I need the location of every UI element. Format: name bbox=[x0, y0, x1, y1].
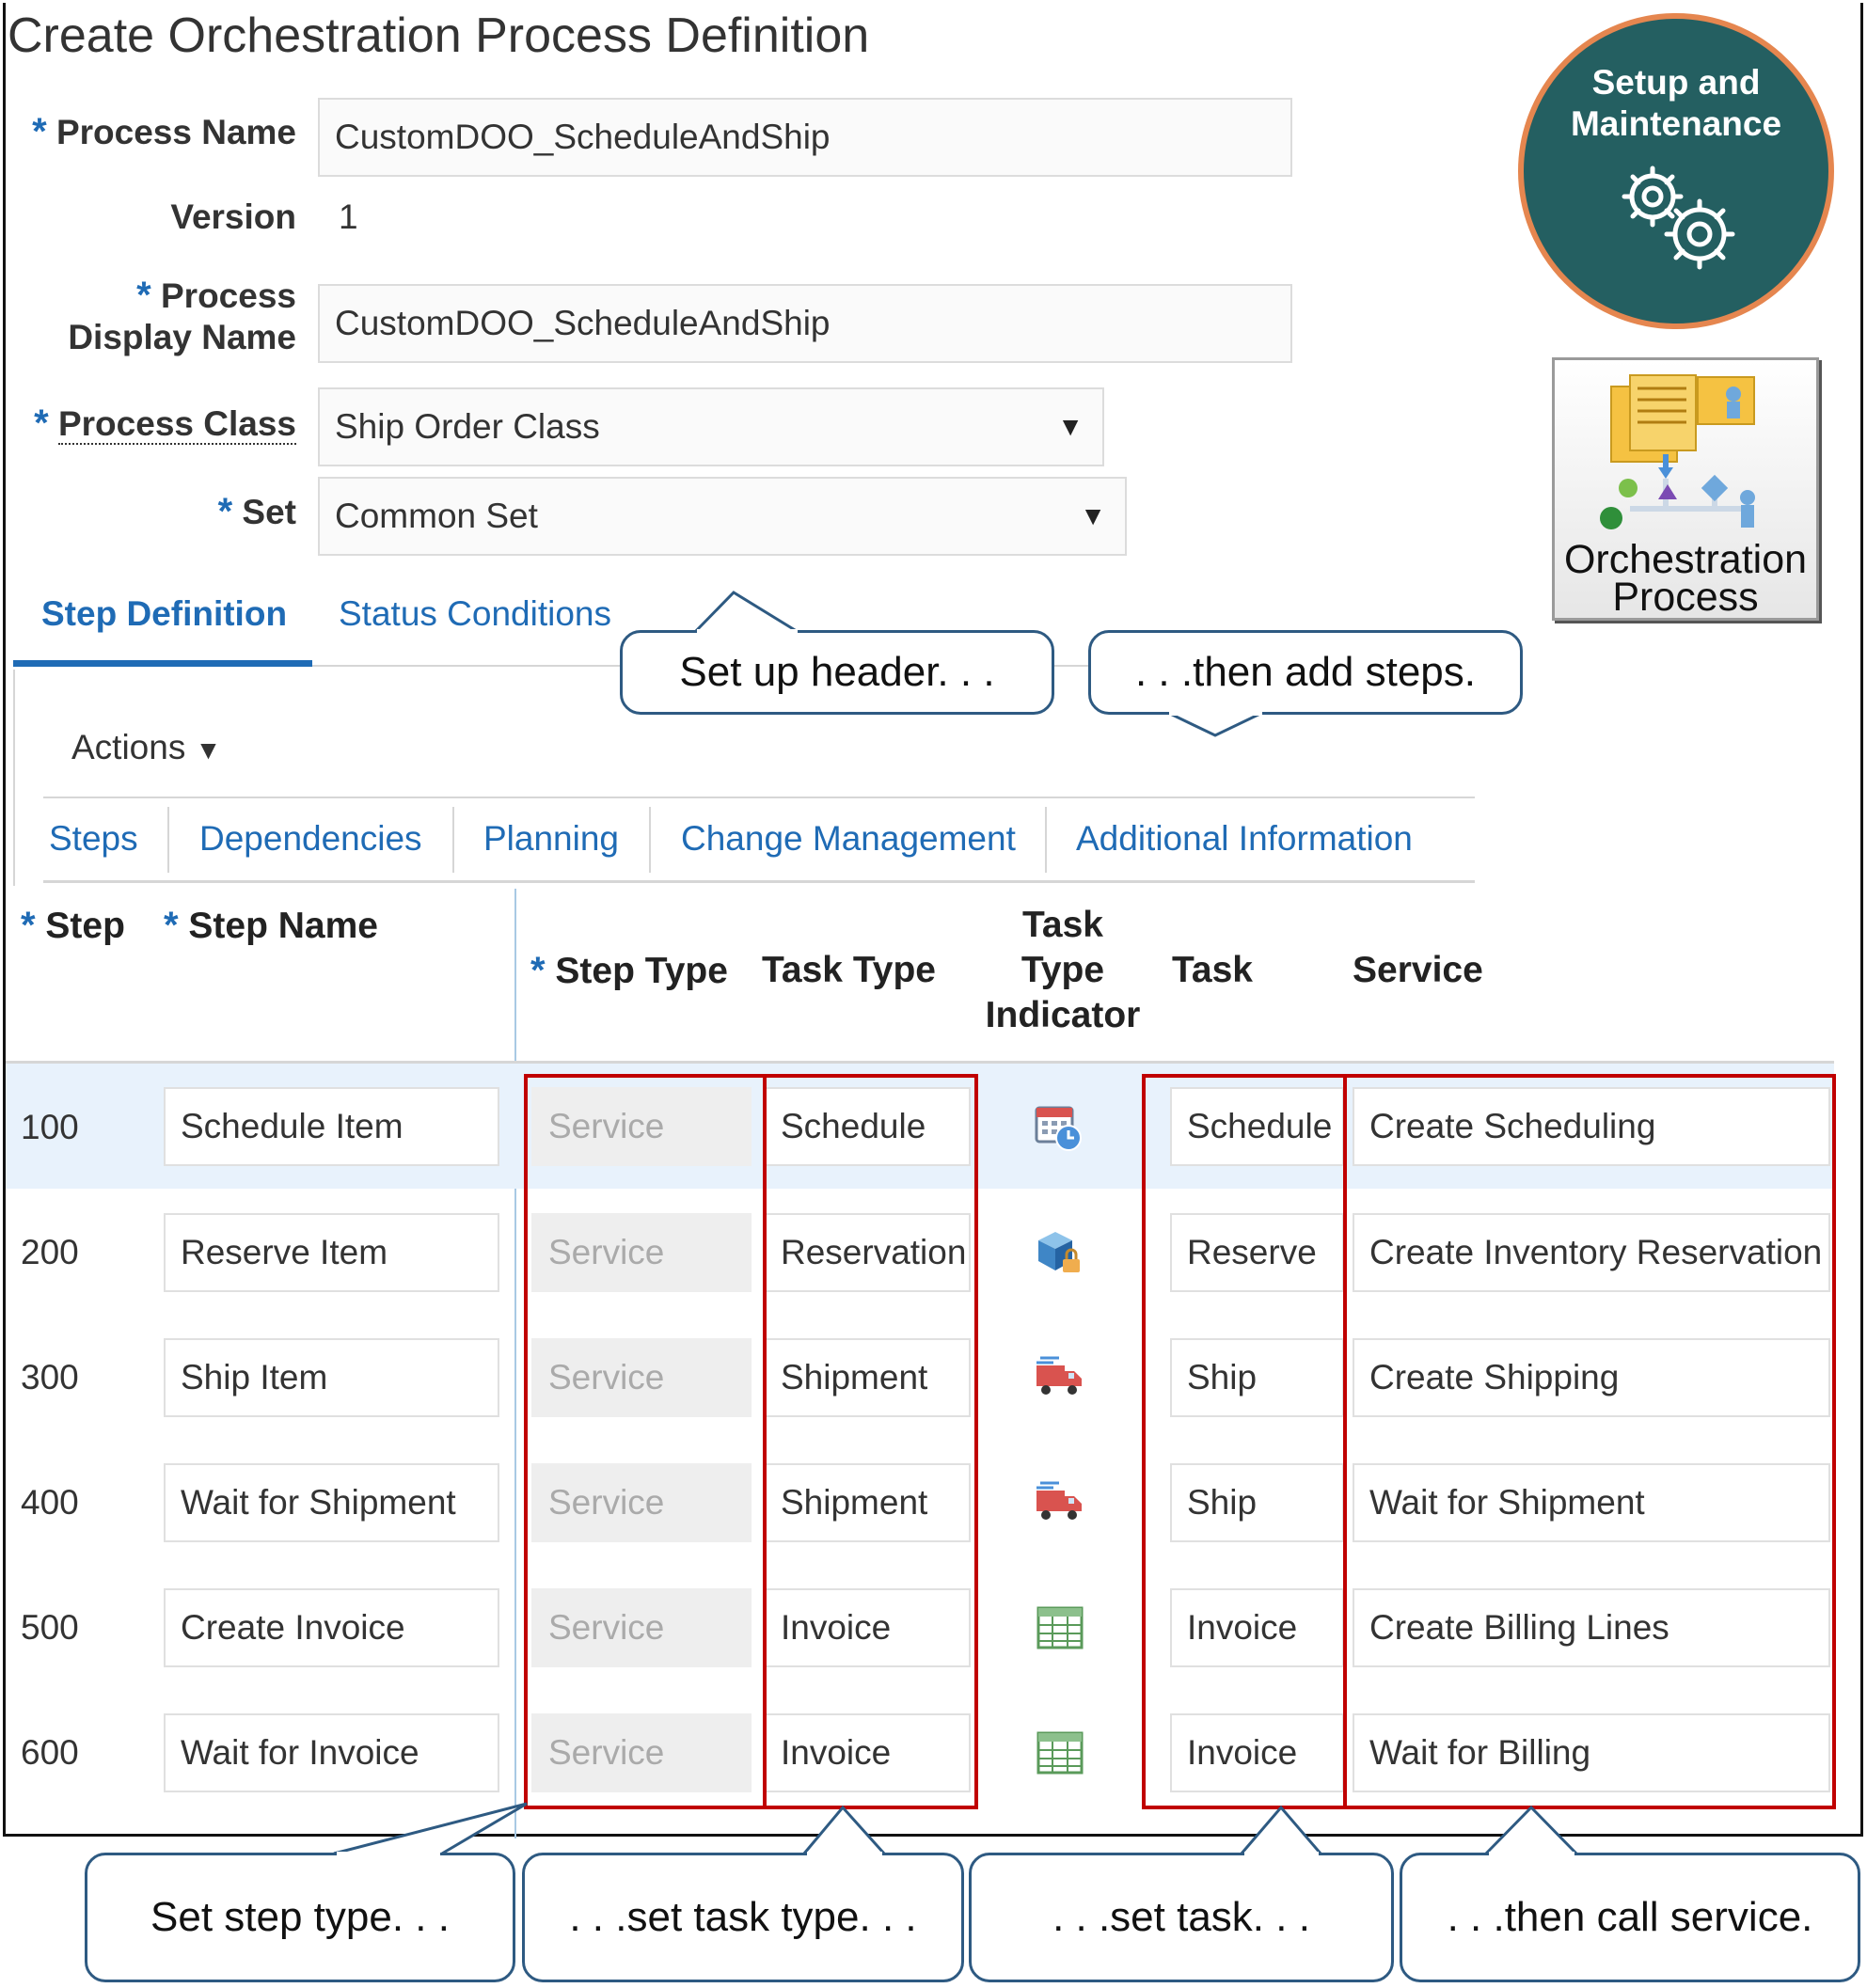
callout-set-step-type: Set step type. . . bbox=[85, 1853, 515, 1982]
callout-call-service: . . .then call service. bbox=[1400, 1853, 1860, 1982]
setup-and-maintenance-badge[interactable]: Setup and Maintenance bbox=[1518, 13, 1834, 329]
callout-add-steps: . . .then add steps. bbox=[1088, 630, 1523, 715]
callout-seam bbox=[1489, 1852, 1574, 1857]
callout-set-task-type: . . .set task type. . . bbox=[522, 1853, 964, 1982]
callout-seam bbox=[337, 1852, 440, 1857]
callout-set-task: . . .set task. . . bbox=[969, 1853, 1394, 1982]
callout-seam bbox=[697, 629, 798, 635]
callout-seam bbox=[807, 1852, 882, 1857]
orchestration-process-tile[interactable]: Orchestration Process bbox=[1552, 357, 1819, 621]
badge-title-line2: Maintenance bbox=[1570, 104, 1782, 143]
callout-seam bbox=[1169, 710, 1262, 716]
gears-icon bbox=[1524, 154, 1828, 281]
callout-set-up-header: Set up header. . . bbox=[620, 630, 1054, 715]
badge-title-line1: Setup and bbox=[1591, 63, 1761, 102]
orchestration-flow-icon bbox=[1592, 368, 1790, 551]
callout-seam bbox=[1244, 1852, 1319, 1857]
tile-title-line2: Process bbox=[1612, 575, 1759, 620]
